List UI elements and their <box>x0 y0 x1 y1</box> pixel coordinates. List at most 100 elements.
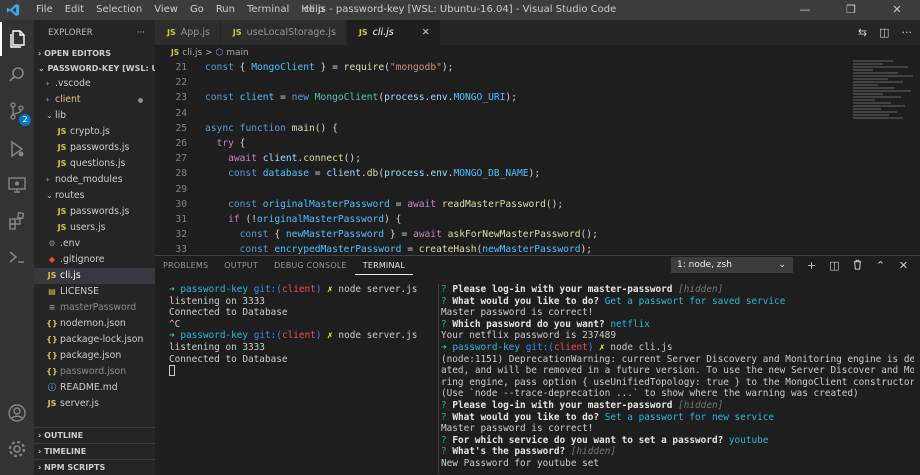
tab-terminal[interactable]: TERMINAL <box>354 256 414 275</box>
files-icon[interactable] <box>0 22 34 56</box>
open-editors-section[interactable]: › OPEN EDITORS <box>34 46 155 61</box>
close-tab-icon[interactable]: ✕ <box>422 20 430 45</box>
tab-output[interactable]: OUTPUT <box>216 256 266 275</box>
tab-app-js[interactable]: JS App.js <box>155 20 221 45</box>
account-icon[interactable] <box>0 396 34 430</box>
kill-terminal-icon[interactable] <box>846 259 869 273</box>
split-editor-icon[interactable]: ◫ <box>879 26 889 39</box>
tree-item-label: masterPassword <box>60 302 137 313</box>
breadcrumb-file[interactable]: cli.js <box>182 48 202 58</box>
tree-item[interactable]: {} package.json <box>34 348 155 364</box>
terminal-line: ? What would you like to do? Get a passw… <box>441 295 786 307</box>
minimize-button[interactable]: — <box>782 0 828 20</box>
extensions-icon[interactable] <box>0 204 34 238</box>
terminal-line <box>169 365 429 377</box>
menu-item-selection[interactable]: Selection <box>90 0 148 20</box>
breadcrumb-symbol[interactable]: main <box>226 48 249 58</box>
menu-item-view[interactable]: View <box>148 0 184 20</box>
tree-item[interactable]: JS cli.js <box>34 268 155 284</box>
minimap[interactable] <box>853 60 913 140</box>
code-line: 24 <box>155 106 845 121</box>
npm-scripts-section[interactable]: › NPM SCRIPTS <box>34 459 155 475</box>
more-actions-icon[interactable]: ··· <box>902 26 913 39</box>
code-line: 29 <box>155 182 845 197</box>
gear-file-icon: ⚙ <box>48 239 56 248</box>
tree-item[interactable]: JS users.js <box>34 220 155 236</box>
tree-item-label: passwords.js <box>70 142 130 153</box>
tree-item-label: package-lock.json <box>60 334 144 345</box>
tree-item-label: .vscode <box>55 78 91 89</box>
terminal-pane-left[interactable]: ➜ password-key git:(client) ✗ node serve… <box>169 284 429 377</box>
menu-item-go[interactable]: Go <box>184 0 210 20</box>
tab-debug-console[interactable]: DEBUG CONSOLE <box>266 256 355 275</box>
terminal-select[interactable]: 1: node, zsh ⌄ <box>671 257 793 273</box>
tree-item[interactable]: ⌄ lib <box>34 108 155 124</box>
code-view[interactable]: 21 const { MongoClient } = require("mongo… <box>155 60 845 255</box>
run-debug-icon[interactable] <box>0 132 34 166</box>
menu-item-edit[interactable]: Edit <box>59 0 90 20</box>
tree-item[interactable]: ⓘ README.md <box>34 380 155 396</box>
tree-item[interactable]: {} nodemon.json <box>34 316 155 332</box>
tab-problems[interactable]: PROBLEMS <box>155 256 216 275</box>
tree-item-label: crypto.js <box>70 126 110 137</box>
tree-item[interactable]: JS passwords.js <box>34 204 155 220</box>
tree-item[interactable]: ⚙ .env <box>34 236 155 252</box>
tab-label: useLocalStorage.js <box>246 27 336 38</box>
code-line: 31 if (!originalMasterPassword) { <box>155 212 845 227</box>
tree-item-label: .env <box>60 238 81 249</box>
timeline-section[interactable]: › TIMELINE <box>34 443 155 459</box>
remote-icon[interactable] <box>0 240 34 274</box>
minimap-line <box>853 75 913 77</box>
code-line: 21 const { MongoClient } = require("mongo… <box>155 60 845 75</box>
menu-item-terminal[interactable]: Terminal <box>241 0 295 20</box>
tree-item[interactable]: JS questions.js <box>34 156 155 172</box>
terminal-line: listening on 3333 <box>169 295 265 307</box>
tree-item[interactable]: JS passwords.js <box>34 140 155 156</box>
tree-item[interactable]: JS crypto.js <box>34 124 155 140</box>
info-file-icon: ⓘ <box>48 383 56 392</box>
window-controls: — ❐ ✕ <box>782 0 920 20</box>
chevron-right-icon: › <box>38 447 42 456</box>
menu-item-file[interactable]: File <box>30 0 59 20</box>
maximize-panel-icon[interactable]: ⌃ <box>869 259 892 272</box>
minimap-line <box>853 63 883 65</box>
terminal-pane-right[interactable]: ? Please log-in with your master-passwor… <box>438 284 914 474</box>
outline-section[interactable]: › OUTLINE <box>34 427 155 443</box>
terminal-line: listening on 3333 <box>169 341 265 353</box>
split-terminal-icon[interactable]: ◫ <box>823 259 846 272</box>
tree-item[interactable]: {} password.json <box>34 364 155 380</box>
settings-gear-icon[interactable] <box>0 432 34 466</box>
close-window-button[interactable]: ✕ <box>874 0 920 20</box>
tab-cli-js[interactable]: JS cli.js ✕ <box>346 20 441 45</box>
restore-button[interactable]: ❐ <box>828 0 874 20</box>
breadcrumb-separator: > <box>205 48 213 58</box>
tree-item[interactable]: › client <box>34 92 155 108</box>
minimap-line <box>853 111 897 113</box>
editor-tabs: JS App.js JS useLocalStorage.js JS cli.js ✕ … <box>155 20 920 45</box>
file-file-icon: ≡ <box>48 303 56 312</box>
search-icon[interactable] <box>0 58 34 92</box>
compare-changes-icon[interactable]: ⇆ <box>858 26 867 39</box>
tree-item[interactable]: ≡ masterPassword <box>34 300 155 316</box>
tree-item[interactable]: › .vscode <box>34 76 155 92</box>
tab-uselocalstorage-js[interactable]: JS useLocalStorage.js <box>220 20 347 45</box>
minimap-line <box>853 108 881 110</box>
tree-item[interactable]: ⌄ routes <box>34 188 155 204</box>
remote-explorer-icon[interactable] <box>0 168 34 202</box>
chevron-right-icon: › <box>38 49 42 58</box>
tree-item[interactable]: JS server.js <box>34 396 155 412</box>
terminal-line: Master password is correct! <box>441 423 594 435</box>
more-actions-icon[interactable]: ··· <box>137 20 145 46</box>
new-terminal-icon[interactable]: + <box>800 259 823 272</box>
close-panel-icon[interactable]: ✕ <box>892 259 915 272</box>
menu-item-help[interactable]: Help <box>295 0 330 20</box>
tree-item[interactable]: ◆ .gitignore <box>34 252 155 268</box>
tree-item[interactable]: ▤ LICENSE <box>34 284 155 300</box>
menu-item-run[interactable]: Run <box>210 0 241 20</box>
tree-item[interactable]: {} package-lock.json <box>34 332 155 348</box>
workspace-section[interactable]: ⌄ PASSWORD-KEY [WSL: UB... <box>34 61 155 76</box>
line-number: 22 <box>175 77 187 89</box>
tree-item[interactable]: › node_modules <box>34 172 155 188</box>
code-text: try { <box>216 137 246 149</box>
minimap-line <box>853 84 878 86</box>
